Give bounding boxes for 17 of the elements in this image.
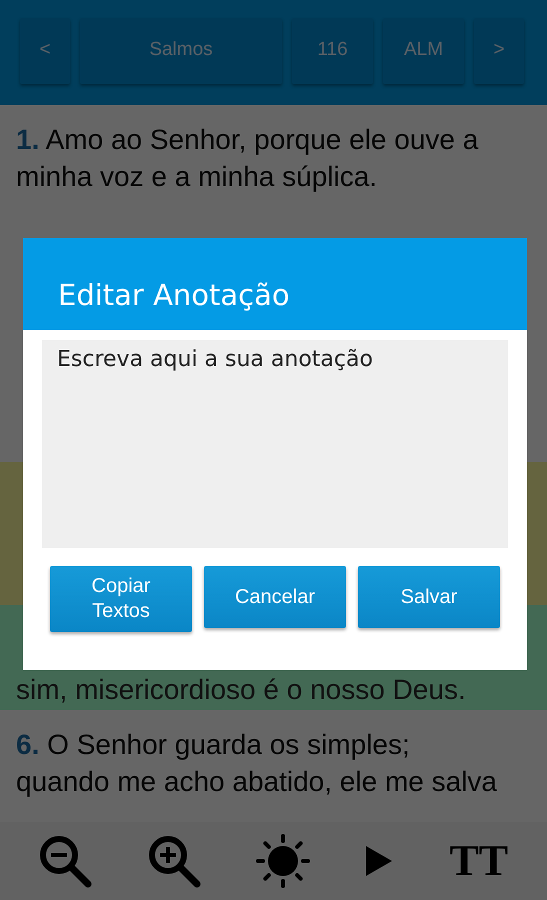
dialog-button[interactable]: Cancelar [204,566,346,628]
dialog-title: Editar Anotação [58,277,290,313]
nav-button[interactable]: Salmos [80,18,282,84]
nav-button[interactable]: < [20,18,70,84]
zoom-in-icon[interactable] [146,833,202,889]
verse-text: 1. Amo ao Senhor, porque ele ouve a minha voz e a minha súplica. [16,123,480,194]
dialog-button[interactable]: Copiar Textos [50,566,192,632]
nav-button[interactable]: 116 [292,18,373,84]
verse-text: sim, misericordioso é o nosso Deus. [16,673,466,707]
nav-button[interactable]: > [474,18,524,84]
nav-button[interactable]: ALM [383,18,464,84]
font-size-button[interactable]: TT [447,836,510,886]
brightness-icon[interactable] [256,834,310,888]
verse-text: 6. O Senhor guarda os simples; quando me acho abatido, ele me salva [16,728,498,799]
play-icon[interactable] [364,844,394,878]
dialog-button[interactable]: Salvar [358,566,500,628]
note-field[interactable]: Escreva aqui a sua anotação [42,340,508,548]
